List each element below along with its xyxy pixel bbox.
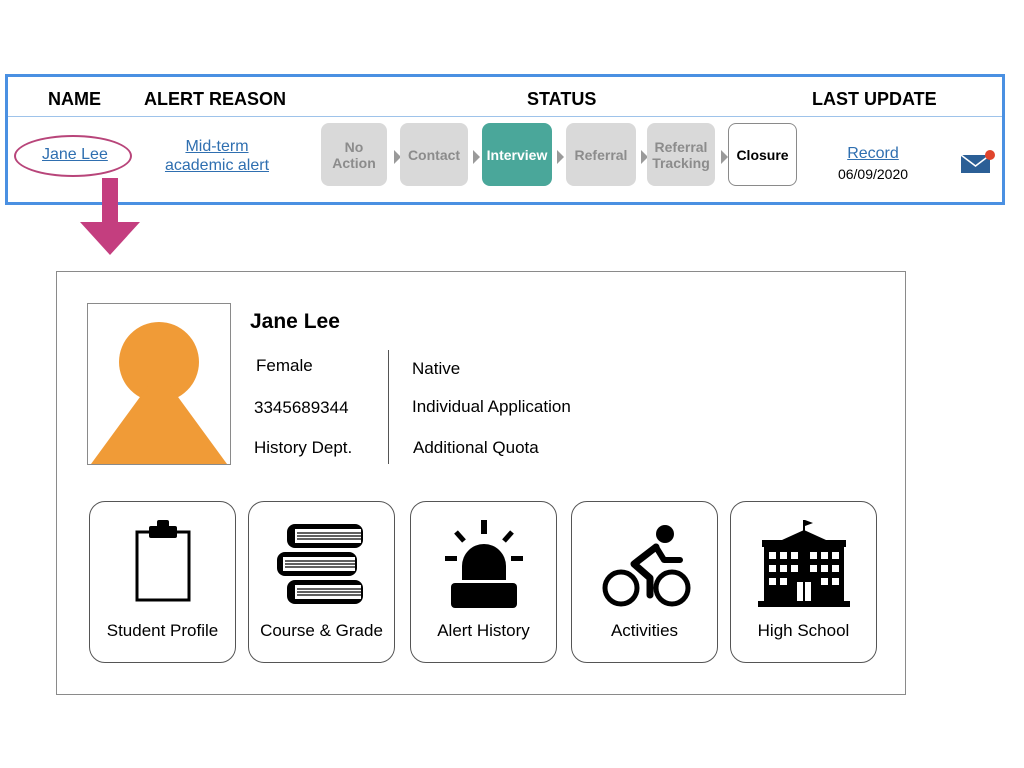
status-step-label: Action (332, 154, 376, 171)
step-arrow-icon (557, 150, 564, 164)
activities-card[interactable]: Activities (571, 501, 718, 663)
status-step-label: Contact (407, 146, 461, 163)
last-update-date: 06/09/2020 (837, 166, 909, 182)
profile-origin: Native (412, 359, 461, 378)
status-step-label: Tracking (652, 154, 710, 171)
profile-application: Individual Application (412, 397, 571, 416)
record-link[interactable]: Record (828, 145, 918, 163)
column-header-name: NAME (48, 89, 101, 109)
course-grade-card[interactable]: Course & Grade (248, 501, 395, 663)
person-avatar-icon (91, 322, 227, 464)
status-step-contact[interactable]: Contact (400, 123, 468, 186)
status-step-closure[interactable]: Closure (728, 123, 797, 186)
profile-info-divider (388, 350, 389, 464)
card-label: High School (757, 621, 850, 640)
student-profile-card[interactable]: Student Profile (89, 501, 236, 663)
profile-department: History Dept. (254, 438, 353, 457)
clipboard-icon (135, 520, 191, 602)
avatar (87, 303, 231, 465)
card-label: Student Profile (106, 621, 219, 640)
step-arrow-icon (721, 150, 728, 164)
student-name-link[interactable]: Jane Lee (42, 146, 108, 164)
high-school-card[interactable]: High School (730, 501, 877, 663)
expand-down-arrow-icon (80, 178, 140, 255)
status-step-label: Closure (736, 146, 789, 163)
status-step-no-action[interactable]: No Action (321, 123, 387, 186)
status-step-label: No (344, 138, 364, 155)
books-icon (277, 524, 363, 604)
card-label: Course & Grade (260, 621, 383, 640)
profile-student-id: 3345689344 (254, 398, 349, 417)
column-header-alert-reason: ALERT REASON (144, 89, 287, 109)
alert-reason-line-2: academic alert (164, 157, 270, 174)
step-arrow-icon (473, 150, 480, 164)
alert-reason-line-1: Mid-term (185, 138, 249, 155)
card-label: Alert History (437, 621, 530, 640)
siren-icon (445, 520, 523, 608)
alert-history-card[interactable]: Alert History (410, 501, 557, 663)
column-header-status: STATUS (527, 89, 597, 109)
status-step-interview[interactable]: Interview (482, 123, 552, 186)
mail-icon[interactable] (960, 149, 996, 175)
card-label: Activities (610, 621, 679, 640)
status-step-referral[interactable]: Referral (566, 123, 636, 186)
alert-reason-link[interactable]: Mid-term academic alert (156, 137, 278, 175)
status-step-label: Referral (574, 146, 628, 163)
status-step-referral-tracking[interactable]: Referral Tracking (647, 123, 715, 186)
column-header-last-update: LAST UPDATE (812, 89, 937, 109)
cyclist-icon (602, 525, 691, 607)
profile-quota: Additional Quota (413, 438, 539, 457)
header-divider (8, 116, 1002, 117)
student-profile-panel: Jane Lee Female 3345689344 History Dept.… (56, 271, 906, 695)
profile-gender: Female (256, 356, 313, 375)
status-step-label: Interview (486, 146, 548, 163)
student-alert-table: NAME ALERT REASON STATUS LAST UPDATE Jan… (5, 74, 1005, 205)
profile-student-name: Jane Lee (250, 310, 340, 333)
status-step-label: Referral (654, 138, 708, 155)
school-building-icon (758, 520, 850, 607)
